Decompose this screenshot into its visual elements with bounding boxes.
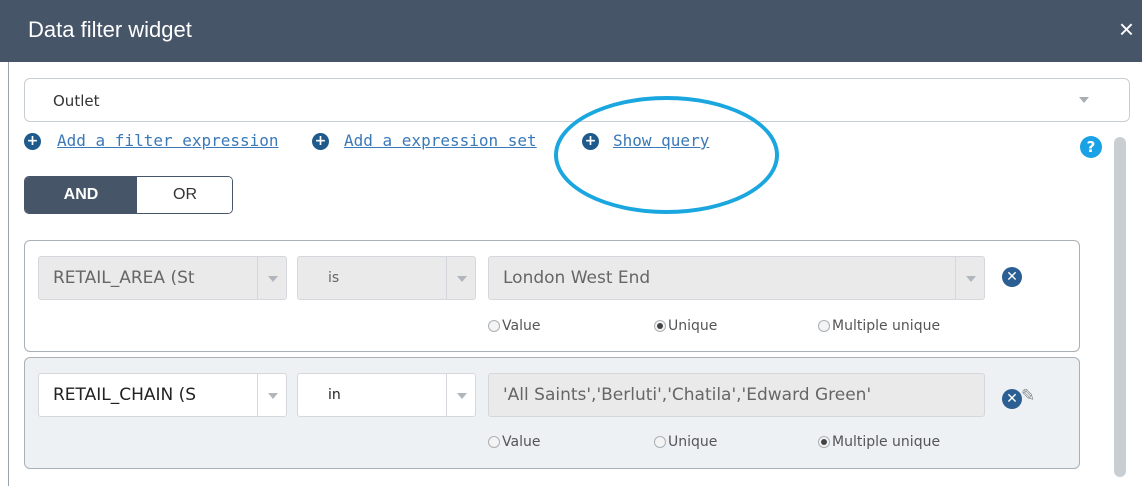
layer-select[interactable]: Outlet [24,78,1130,122]
remove-expression-2-icon[interactable]: ✕ [1002,389,1022,409]
add-filter-plus-icon[interactable]: + [24,133,41,150]
radio-value-2[interactable]: Value [488,434,540,450]
radio-dot-selected[interactable] [818,436,830,448]
operator-select-2-separator [446,374,447,416]
or-toggle-button[interactable]: OR [137,177,232,213]
add-filter-expression-link-row: Add a filter expression [57,131,279,155]
chevron-down-icon [457,393,467,399]
field-select-2-separator [257,374,258,416]
chevron-down-icon [268,393,278,399]
radio-value-1[interactable]: Value [488,318,540,334]
field-select-1[interactable]: RETAIL_AREA (St [38,256,287,300]
radio-dot[interactable] [488,436,500,448]
radio-dot[interactable] [818,320,830,332]
and-toggle-button[interactable]: AND [25,177,137,213]
radio-unique-2[interactable]: Unique [654,434,717,450]
edit-pencil-icon[interactable]: ✎ [1021,386,1035,406]
value-select-1-value: London West End [503,268,651,288]
annotation-circle [554,96,779,214]
value-select-1[interactable]: London West End [488,256,985,300]
operator-select-1-separator [446,257,447,299]
layer-select-value: Outlet [53,92,100,110]
value-input-2[interactable]: 'All Saints','Berluti','Chatila','Edward… [488,373,985,417]
operator-select-2-value: in [328,387,341,403]
add-filter-expression-link[interactable]: Add a filter expression [57,131,279,150]
operator-select-1-value: is [328,270,340,286]
value-input-2-value: 'All Saints','Berluti','Chatila','Edward… [503,385,872,405]
radio-multiple-unique-1[interactable]: Multiple unique [818,318,940,334]
operator-select-1[interactable]: is [297,256,476,300]
remove-expression-1-icon[interactable]: ✕ [1002,267,1022,287]
panel-left-border [8,62,9,486]
field-select-1-value: RETAIL_AREA (St [53,268,195,288]
radio-value-2-label: Value [502,434,541,450]
logic-toggle: AND OR [24,176,233,214]
add-expression-set-plus-icon[interactable]: + [312,133,329,150]
radio-unique-2-label: Unique [668,434,718,450]
help-icon[interactable]: ? [1080,136,1102,158]
field-select-1-separator [257,257,258,299]
chevron-down-icon [966,276,976,282]
radio-dot-selected[interactable] [654,320,666,332]
radio-dot[interactable] [488,320,500,332]
operator-select-2[interactable]: in [297,373,476,417]
chevron-down-icon [1079,97,1089,103]
add-expression-set-link[interactable]: Add a expression set [344,131,537,150]
field-select-2[interactable]: RETAIL_CHAIN (S [38,373,287,417]
add-expression-set-link-row: Add a expression set [344,131,537,155]
window-titlebar: Data filter widget × [0,0,1142,62]
radio-dot[interactable] [654,436,666,448]
radio-unique-1-label: Unique [668,318,718,334]
radio-unique-1[interactable]: Unique [654,318,717,334]
value-select-1-separator [955,257,956,299]
close-icon[interactable]: × [1119,16,1134,42]
radio-multiple-unique-2-label: Multiple unique [832,434,941,450]
chevron-down-icon [457,276,467,282]
field-select-2-value: RETAIL_CHAIN (S [53,385,197,405]
radio-value-1-label: Value [502,318,541,334]
radio-multiple-unique-2[interactable]: Multiple unique [818,434,940,450]
radio-multiple-unique-1-label: Multiple unique [832,318,941,334]
chevron-down-icon [268,276,278,282]
scrollbar-thumb[interactable] [1114,137,1126,477]
window-title: Data filter widget [28,17,192,42]
